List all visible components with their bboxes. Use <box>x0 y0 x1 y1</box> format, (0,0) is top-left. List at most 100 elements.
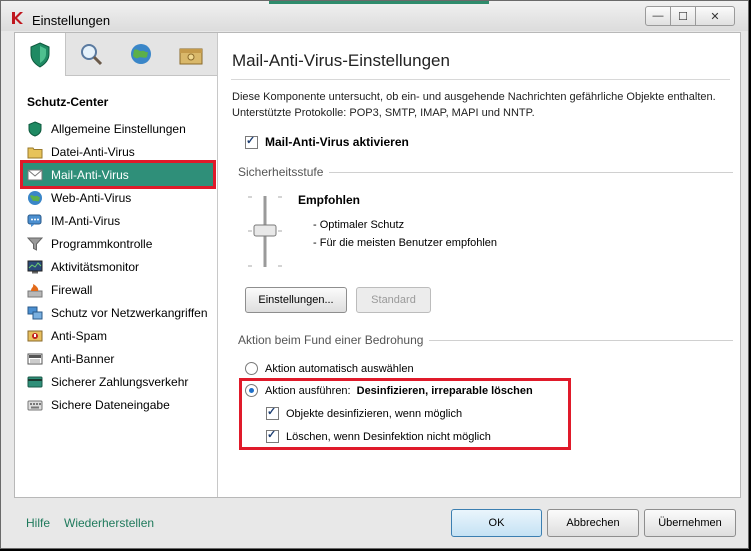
disinfect-checkbox[interactable] <box>266 405 279 420</box>
client-area: Schutz-Center Allgemeine Einstellungen Da… <box>14 32 741 498</box>
window-controls: — ☐ ✕ <box>645 6 735 26</box>
keyboard-icon <box>27 397 43 413</box>
sidebar-item-label: Aktivitätsmonitor <box>51 259 140 274</box>
sidebar-item-label: Datei-Anti-Virus <box>51 144 135 159</box>
mail-icon <box>27 167 43 183</box>
action-group-line <box>429 339 733 341</box>
shield-icon <box>27 120 43 137</box>
sidebar-item-3[interactable]: Web-Anti-Virus <box>23 186 213 209</box>
description-line-2: Unterstützte Protokolle: POP3, SMTP, IMA… <box>232 107 535 119</box>
tab-scan[interactable] <box>66 33 116 75</box>
check-disinfect-row[interactable]: Objekte desinfizieren, wenn möglich <box>266 405 463 420</box>
radio-exec[interactable] <box>245 384 258 397</box>
sidebar-item-5[interactable]: Programmkontrolle <box>23 232 213 255</box>
sidebar-item-9[interactable]: Anti-Spam <box>23 324 213 347</box>
security-group-line <box>329 171 733 173</box>
title-bar[interactable]: Einstellungen — ☐ ✕ <box>1 1 748 31</box>
sidebar-item-8[interactable]: Schutz vor Netzwerkangriffen <box>23 301 213 324</box>
magnifier-icon <box>81 44 103 66</box>
page-title: Mail-Anti-Virus-Einstellungen <box>232 51 450 70</box>
sidebar-item-label: Allgemeine Einstellungen <box>51 121 186 136</box>
window-title: Einstellungen <box>32 13 111 28</box>
banner-icon <box>27 351 43 367</box>
maximize-button[interactable]: ☐ <box>670 6 696 26</box>
funnel-icon <box>26 236 44 252</box>
standard-button[interactable]: Standard <box>356 287 431 313</box>
sidebar-item-label: Mail-Anti-Virus <box>51 167 129 182</box>
enable-checkbox[interactable] <box>245 134 258 149</box>
disinfect-label: Objekte desinfizieren, wenn möglich <box>286 407 463 420</box>
folder-icon <box>27 144 43 160</box>
chat-icon <box>27 213 43 229</box>
radio-exec-value[interactable]: Desinfizieren, irreparable löschen <box>357 385 533 397</box>
sidebar-item-label: Anti-Banner <box>51 351 115 366</box>
security-group-label: Sicherheitsstufe <box>238 165 324 179</box>
sidebar-item-label: Programmkontrolle <box>51 236 153 251</box>
shield-icon <box>30 41 50 68</box>
globe-icon <box>27 190 43 206</box>
check-delete-row[interactable]: Löschen, wenn Desinfektion nicht möglich <box>266 428 491 443</box>
sidebar-item-label: IM-Anti-Virus <box>51 213 121 228</box>
card-icon <box>27 374 43 390</box>
delete-label: Löschen, wenn Desinfektion nicht möglich <box>286 430 491 443</box>
help-link[interactable]: Hilfe <box>26 516 50 530</box>
sidebar: Schutz-Center Allgemeine Einstellungen Da… <box>15 33 218 497</box>
monitor-icon <box>27 259 43 275</box>
level-name: Empfohlen <box>298 193 360 207</box>
description-line-1: Diese Komponente untersucht, ob ein- und… <box>232 91 716 103</box>
security-group-header: Sicherheitsstufe <box>238 165 733 179</box>
ok-button[interactable]: OK <box>451 509 542 537</box>
sidebar-item-label: Anti-Spam <box>51 328 108 343</box>
network-icon <box>27 305 43 321</box>
radio-auto-row[interactable]: Aktion automatisch auswählen <box>245 362 414 375</box>
radio-exec-label: Aktion ausführen: <box>265 384 351 397</box>
main-panel: Mail-Anti-Virus-Einstellungen Diese Komp… <box>231 33 740 497</box>
kaspersky-logo-icon <box>12 12 23 24</box>
sidebar-item-2[interactable]: Mail-Anti-Virus <box>20 160 216 189</box>
sidebar-item-label: Schutz vor Netzwerkangriffen <box>51 305 208 320</box>
delete-checkbox[interactable] <box>266 428 279 443</box>
enable-checkbox-row[interactable]: Mail-Anti-Virus aktivieren <box>245 134 409 149</box>
tab-update[interactable] <box>116 33 166 75</box>
sidebar-nav: Allgemeine Einstellungen Datei-Anti-Virus… <box>20 117 216 416</box>
sidebar-item-11[interactable]: Sicherer Zahlungsverkehr <box>23 370 213 393</box>
restore-link[interactable]: Wiederherstellen <box>64 516 154 530</box>
sidebar-item-1[interactable]: Datei-Anti-Virus <box>23 140 213 163</box>
sidebar-item-label: Sichere Dateneingabe <box>51 397 170 412</box>
sidebar-item-4[interactable]: IM-Anti-Virus <box>23 209 213 232</box>
level-detail-1: - Optimaler Schutz <box>313 219 405 231</box>
security-level-slider[interactable] <box>245 194 285 269</box>
title-divider <box>231 79 730 80</box>
apply-button[interactable]: Übernehmen <box>644 509 736 537</box>
radio-exec-row[interactable]: Aktion ausführen: Desinfizieren, irrepar… <box>245 384 533 397</box>
sidebar-item-7[interactable]: Firewall <box>23 278 213 301</box>
globe-icon <box>131 44 151 64</box>
title-accent <box>269 1 489 4</box>
sidebar-item-label: Firewall <box>51 282 93 297</box>
radio-auto-label: Aktion automatisch auswählen <box>265 362 414 375</box>
close-button[interactable]: ✕ <box>695 6 735 26</box>
tab-protection[interactable] <box>15 33 66 76</box>
toolbox-icon <box>179 48 203 65</box>
sidebar-item-6[interactable]: Aktivitätsmonitor <box>23 255 213 278</box>
action-group-header: Aktion beim Fund einer Bedrohung <box>238 333 733 347</box>
cancel-button[interactable]: Abbrechen <box>547 509 639 537</box>
minimize-button[interactable]: — <box>645 6 671 26</box>
firewall-icon <box>27 282 43 298</box>
tab-tools[interactable] <box>166 33 216 75</box>
radio-auto[interactable] <box>245 362 258 375</box>
sidebar-heading: Schutz-Center <box>27 95 109 109</box>
action-group-label: Aktion beim Fund einer Bedrohung <box>238 333 424 347</box>
sidebar-item-12[interactable]: Sichere Dateneingabe <box>23 393 213 416</box>
spam-icon <box>27 328 43 344</box>
level-detail-2: - Für die meisten Benutzer empfohlen <box>313 237 498 249</box>
sidebar-item-10[interactable]: Anti-Banner <box>23 347 213 370</box>
settings-window: Einstellungen — ☐ ✕ Schutz-Center Allgem… <box>0 0 749 549</box>
sidebar-item-0[interactable]: Allgemeine Einstellungen <box>23 117 213 140</box>
enable-label: Mail-Anti-Virus aktivieren <box>265 135 409 149</box>
settings-button[interactable]: Einstellungen... <box>245 287 347 313</box>
sidebar-item-label: Web-Anti-Virus <box>51 190 132 205</box>
tab-strip <box>15 33 217 76</box>
description: Diese Komponente untersucht, ob ein- und… <box>232 89 732 121</box>
sidebar-item-label: Sicherer Zahlungsverkehr <box>51 374 189 389</box>
